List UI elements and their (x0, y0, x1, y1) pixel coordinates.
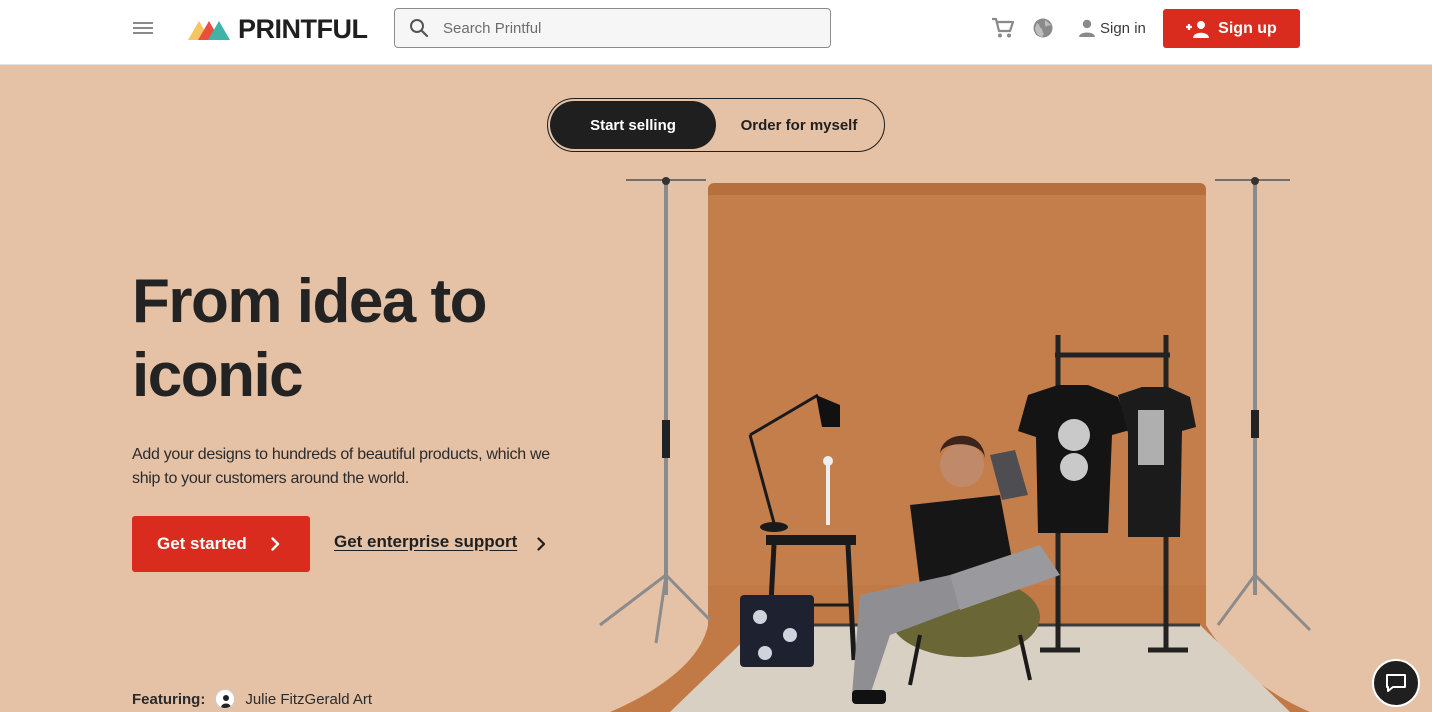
add-user-icon (1186, 20, 1210, 38)
hero-subtext: Add your designs to hundreds of beautifu… (132, 446, 550, 487)
globe-icon[interactable] (1032, 17, 1054, 39)
featuring-artist-name: Julie FitzGerald Art (245, 690, 373, 708)
chevron-right-icon (271, 537, 280, 551)
toggle-order-for-myself[interactable]: Order for myself (716, 101, 882, 149)
site-header: PRINTFUL Sign in Sign up (0, 0, 1432, 65)
logo-mark-icon (188, 21, 230, 40)
printful-logo[interactable]: PRINTFUL (188, 13, 368, 44)
search-icon (410, 19, 429, 38)
user-icon (1079, 19, 1095, 37)
get-started-button[interactable]: Get started (132, 516, 310, 572)
toggle-start-selling[interactable]: Start selling (550, 101, 716, 149)
chat-icon (1386, 674, 1406, 692)
sign-in-link[interactable]: Sign in (1077, 17, 1146, 39)
enterprise-support-link[interactable]: Get enterprise support (334, 532, 517, 552)
search-bar[interactable] (394, 8, 831, 48)
hero-studio-photo (599, 177, 1312, 712)
sign-up-button[interactable]: Sign up (1163, 9, 1300, 48)
cart-icon[interactable] (991, 17, 1015, 39)
artist-avatar (215, 689, 236, 709)
headline-line-2: iconic (132, 341, 304, 410)
sign-up-label: Sign up (1218, 19, 1277, 37)
hamburger-menu-icon[interactable] (133, 19, 155, 37)
chevron-right-icon[interactable] (537, 537, 546, 551)
get-started-label: Get started (157, 534, 247, 553)
hero-section: Start selling Order for myself From idea… (0, 65, 1432, 712)
featuring-credit: Featuring: Julie FitzGerald Art (132, 689, 372, 709)
featuring-label: Featuring: (132, 690, 206, 708)
hero-headline: From idea to iconic (132, 265, 572, 413)
headline-line-1: From idea to (132, 267, 488, 336)
logo-text: PRINTFUL (238, 13, 368, 44)
sign-in-label: Sign in (1100, 19, 1146, 37)
search-input[interactable] (443, 19, 803, 37)
audience-toggle: Start selling Order for myself (547, 98, 885, 152)
chat-button[interactable] (1372, 659, 1420, 707)
